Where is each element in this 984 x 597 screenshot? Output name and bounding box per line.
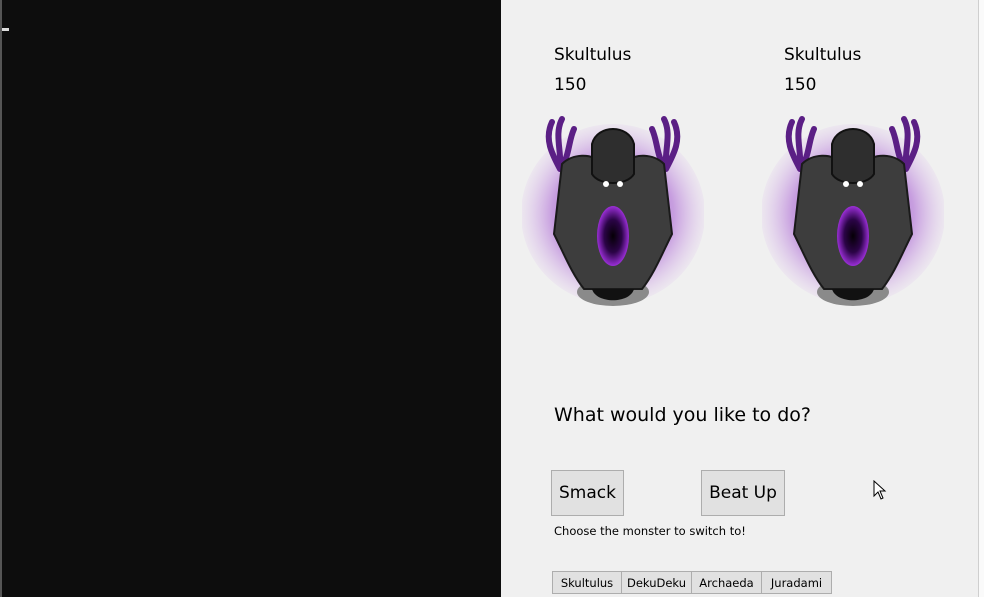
move-button-smack[interactable]: Smack — [551, 470, 624, 516]
player-monster-sprite — [522, 116, 704, 306]
switch-button-dekudeku[interactable]: DekuDeku — [622, 571, 692, 594]
window-edge — [0, 0, 2, 597]
battle-window: Skultulus 150 Skultulus 150 What would y… — [501, 0, 978, 597]
switch-hint: Choose the monster to switch to! — [554, 524, 746, 538]
opponent-monster-name: Skultulus — [784, 45, 862, 65]
switch-button-juradami[interactable]: Juradami — [762, 571, 832, 594]
mouse-cursor-icon — [873, 480, 887, 500]
action-prompt: What would you like to do? — [554, 404, 811, 426]
move-button-beat-up[interactable]: Beat Up — [701, 470, 785, 516]
player-monster-name: Skultulus — [554, 45, 632, 65]
switch-button-archaeda[interactable]: Archaeda — [692, 571, 762, 594]
opponent-monster-hp: 150 — [784, 75, 817, 95]
switch-monster-bar: Skultulus DekuDeku Archaeda Juradami — [552, 571, 832, 594]
player-monster-hp: 150 — [554, 75, 587, 95]
window-border-strip — [978, 0, 984, 597]
window-marker — [2, 28, 9, 31]
background-window — [0, 0, 501, 597]
opponent-monster-sprite — [762, 116, 944, 306]
switch-button-skultulus[interactable]: Skultulus — [552, 571, 622, 594]
